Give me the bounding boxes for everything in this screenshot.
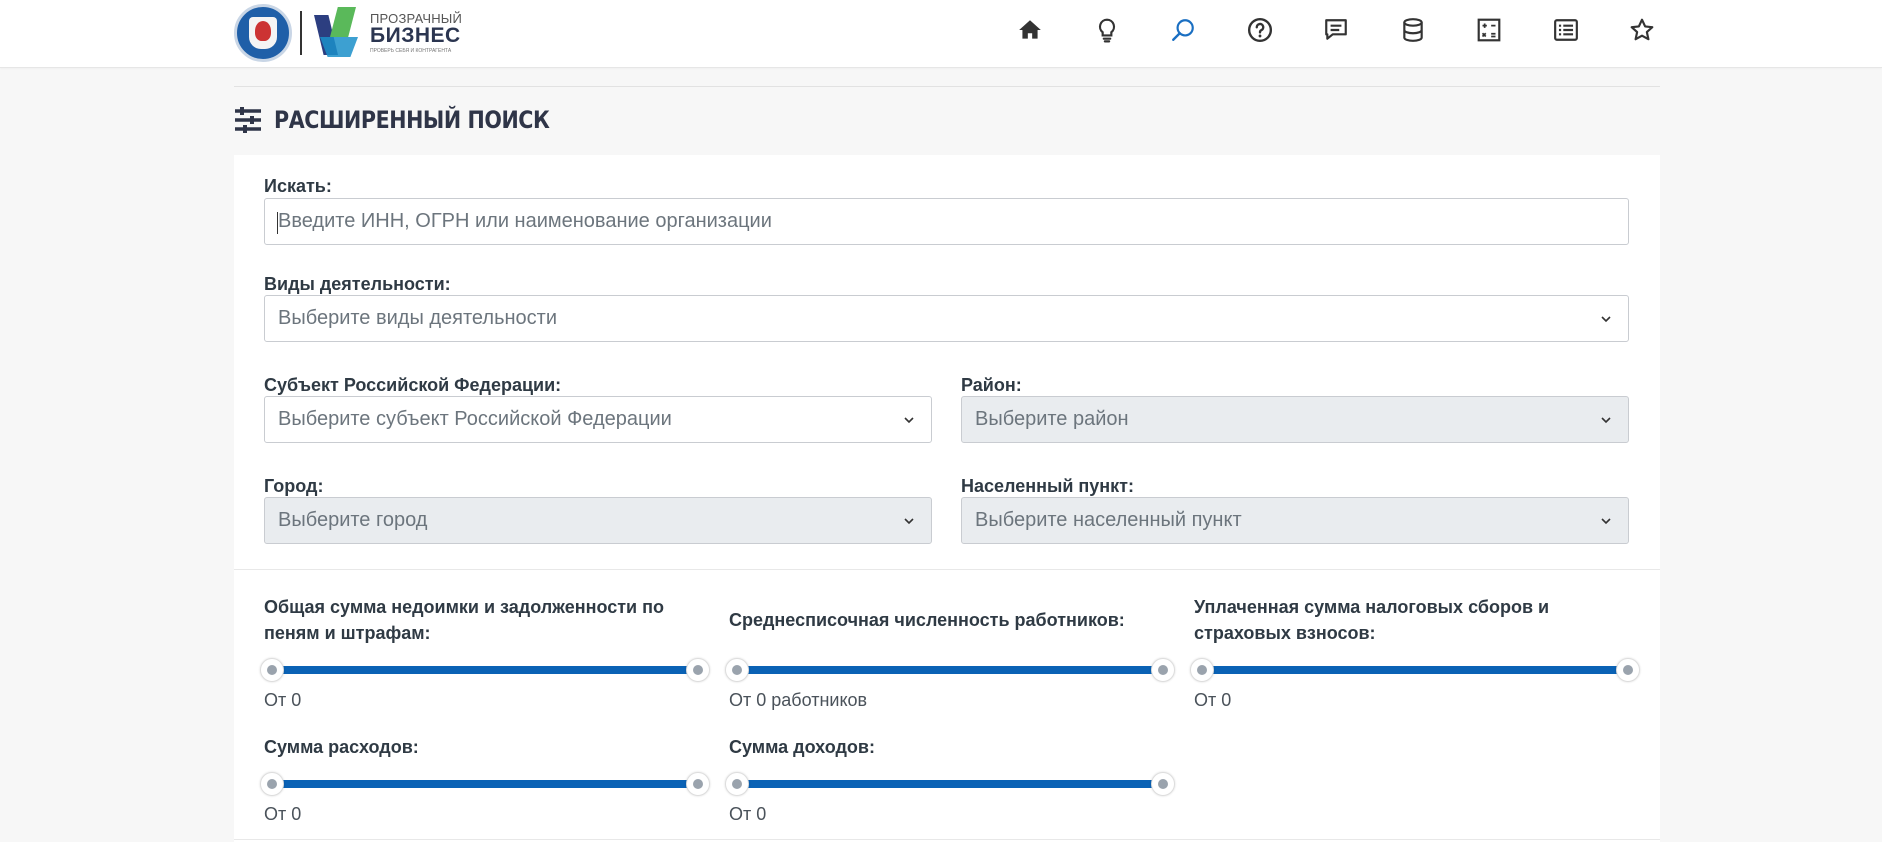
chevron-down-icon [1601, 518, 1611, 525]
expenses-range-value: От 0 [264, 804, 302, 824]
nav-favorites[interactable] [1622, 10, 1662, 50]
employees-label: Среднесписочная численность работников: [729, 610, 1125, 630]
taxes-paid-label-line2: страховых взносов: [1194, 623, 1376, 643]
nav-home[interactable] [1010, 10, 1050, 50]
income-label: Сумма доходов: [729, 737, 875, 757]
taxes-paid-range-slider[interactable] [1190, 656, 1640, 684]
slider-track [737, 780, 1163, 788]
search-field[interactable] [264, 198, 1629, 245]
employees-range-value: От 0 работников [729, 690, 868, 710]
slider-track [272, 666, 698, 674]
brand-main-text: БИЗНЕС [370, 24, 461, 47]
fns-emblem-logo [234, 4, 292, 62]
activity-label: Виды деятельности: [264, 274, 451, 294]
top-divider [234, 86, 1660, 87]
transparent-business-logo-mark [312, 7, 362, 59]
slider-min-handle[interactable] [725, 658, 749, 682]
slider-min-handle[interactable] [260, 658, 284, 682]
slider-min-handle[interactable] [725, 772, 749, 796]
nav-search[interactable] [1163, 10, 1203, 50]
nav-calculator[interactable] [1469, 10, 1509, 50]
taxes-paid-label: Уплаченная сумма налоговых сборов и стра… [1194, 594, 1549, 646]
search-input[interactable] [278, 199, 1628, 244]
top-nav [1010, 10, 1699, 50]
sliders-icon [235, 107, 261, 133]
page-title: РАСШИРЕННЫЙ ПОИСК [234, 104, 594, 136]
region-select[interactable]: Выберите субъект Российской Федерации [264, 396, 932, 443]
arrears-label-line1: Общая сумма недоимки и задолженности по [264, 597, 664, 617]
transparent-business-wordmark: ПРОЗРАЧНЫЙ БИЗНЕС ПРОВЕРЬ СЕБЯ И КОНТРАГ… [370, 12, 462, 54]
chevron-down-icon [1601, 417, 1611, 424]
star-icon [1630, 18, 1654, 41]
top-header: ПРОЗРАЧНЫЙ БИЗНЕС ПРОВЕРЬ СЕБЯ И КОНТРАГ… [0, 0, 1882, 68]
search-icon [1172, 19, 1194, 41]
brand-sub-text: ПРОВЕРЬ СЕБЯ И КОНТРАГЕНТА [370, 48, 452, 54]
employees-range-slider[interactable] [725, 656, 1175, 684]
district-select[interactable]: Выберите район [961, 396, 1629, 443]
slider-max-handle[interactable] [1616, 658, 1640, 682]
slider-track [737, 666, 1163, 674]
chevron-down-icon [1601, 316, 1611, 323]
slider-max-handle[interactable] [1151, 658, 1175, 682]
slider-min-handle[interactable] [260, 772, 284, 796]
nav-database[interactable] [1393, 10, 1433, 50]
district-label: Район: [961, 375, 1022, 395]
locality-label: Населенный пункт: [961, 476, 1134, 496]
arrears-range-slider[interactable] [260, 656, 710, 684]
chat-icon [1325, 19, 1347, 40]
region-select-value: Выберите субъект Российской Федерации [278, 408, 672, 430]
text-cursor [277, 212, 278, 234]
chevron-down-icon [904, 417, 914, 424]
taxes-paid-label-line1: Уплаченная сумма налоговых сборов и [1194, 597, 1550, 617]
district-select-value: Выберите район [975, 408, 1129, 430]
list-icon [1553, 19, 1578, 41]
page-title-text: РАСШИРЕННЫЙ ПОИСК [274, 106, 550, 134]
nav-feedback[interactable] [1316, 10, 1356, 50]
chevron-down-icon [904, 518, 914, 525]
taxes-paid-range-value: От 0 [1194, 690, 1232, 710]
income-range-value: От 0 [729, 804, 767, 824]
locality-select-value: Выберите населенный пункт [975, 509, 1242, 531]
city-select[interactable]: Выберите город [264, 497, 932, 544]
slider-max-handle[interactable] [686, 658, 710, 682]
locality-select[interactable]: Выберите населенный пункт [961, 497, 1629, 544]
arrears-label: Общая сумма недоимки и задолженности по … [264, 594, 664, 646]
city-label: Город: [264, 476, 324, 496]
slider-max-handle[interactable] [1151, 772, 1175, 796]
database-icon [1402, 18, 1423, 42]
home-icon [1019, 20, 1041, 39]
income-range-slider[interactable] [725, 770, 1175, 798]
nav-ideas[interactable] [1087, 10, 1127, 50]
panel-bottom-border [234, 839, 1660, 840]
city-select-value: Выберите город [278, 509, 428, 531]
slider-min-handle[interactable] [1190, 658, 1214, 682]
panel-divider [234, 569, 1660, 570]
slider-track [1202, 666, 1628, 674]
calculator-icon [1477, 18, 1501, 42]
nav-list[interactable] [1546, 10, 1586, 50]
region-label: Субъект Российской Федерации: [264, 375, 562, 395]
help-icon [1247, 17, 1272, 43]
arrears-label-line2: пеням и штрафам: [264, 623, 431, 643]
lightbulb-icon [1098, 18, 1115, 43]
nav-help[interactable] [1240, 10, 1280, 50]
activity-select[interactable]: Выберите виды деятельности [264, 295, 1629, 342]
logo-divider [300, 11, 302, 55]
logo-area[interactable]: ПРОЗРАЧНЫЙ БИЗНЕС ПРОВЕРЬ СЕБЯ И КОНТРАГ… [234, 4, 462, 62]
expenses-label: Сумма расходов: [264, 737, 419, 757]
activity-select-value: Выберите виды деятельности [278, 307, 557, 329]
search-label: Искать: [264, 176, 332, 196]
expenses-range-slider[interactable] [260, 770, 710, 798]
slider-max-handle[interactable] [686, 772, 710, 796]
arrears-range-value: От 0 [264, 690, 302, 710]
slider-track [272, 780, 698, 788]
